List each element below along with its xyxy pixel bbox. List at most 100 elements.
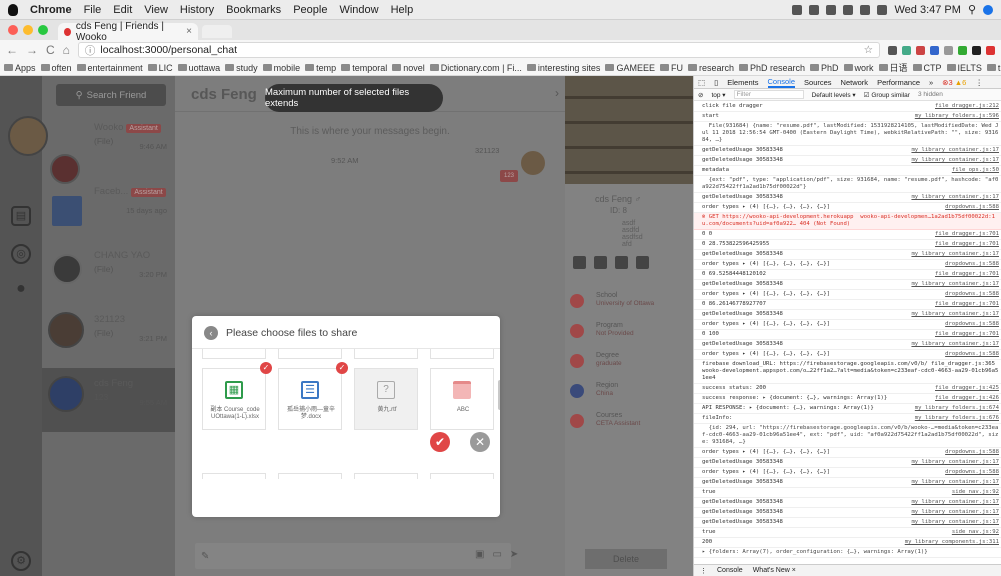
- error-count[interactable]: ⊗3 ▲6: [942, 78, 966, 87]
- tab-network[interactable]: Network: [841, 78, 869, 87]
- tab-sources[interactable]: Sources: [804, 78, 832, 87]
- log-source-link[interactable]: dropdowns.js:588: [943, 204, 999, 211]
- avatar[interactable]: [48, 312, 84, 348]
- instagram-icon[interactable]: [615, 256, 628, 269]
- log-source-link[interactable]: my_library_container.js:17: [909, 157, 999, 164]
- bookmark-item[interactable]: CTP: [912, 63, 942, 73]
- tab-console[interactable]: Console: [767, 77, 796, 88]
- spotlight-icon[interactable]: ⚲: [968, 3, 976, 16]
- settings-icon[interactable]: ⚙: [11, 551, 31, 571]
- menu-edit[interactable]: Edit: [113, 4, 132, 16]
- tab-performance[interactable]: Performance: [877, 78, 920, 87]
- new-tab-button[interactable]: [202, 25, 232, 38]
- home-icon[interactable]: ⌂: [63, 43, 70, 57]
- search-friend-input[interactable]: ⚲ Search Friend: [56, 84, 166, 106]
- log-source-link[interactable]: dropdowns.js:588: [943, 449, 999, 456]
- log-source-link[interactable]: file_dragger.js:701: [933, 271, 999, 278]
- info-icon[interactable]: ⓘ: [85, 43, 96, 58]
- log-source-link[interactable]: dropdowns.js:588: [943, 291, 999, 298]
- drawer-tab-whats-new[interactable]: What's New ×: [753, 567, 796, 574]
- forward-icon[interactable]: →: [26, 43, 38, 57]
- explore-icon[interactable]: ◎: [11, 244, 31, 264]
- log-source-link[interactable]: file_dragger.js:701: [933, 241, 999, 248]
- menu-window[interactable]: Window: [339, 4, 378, 16]
- menu-file[interactable]: File: [84, 4, 102, 16]
- log-levels-select[interactable]: Default levels ▾: [812, 91, 856, 99]
- bookmark-item[interactable]: travel: [986, 63, 1001, 73]
- log-source-link[interactable]: my_library_container.js:17: [909, 459, 999, 466]
- more-tabs-icon[interactable]: »: [929, 78, 933, 87]
- close-tab-icon[interactable]: ×: [186, 26, 192, 37]
- avatar[interactable]: [50, 154, 80, 184]
- log-source-link[interactable]: my_library_container.js:17: [909, 194, 999, 201]
- log-source-link[interactable]: side_nav.js:92: [949, 489, 999, 496]
- bookmark-item[interactable]: study: [225, 63, 258, 73]
- modal-scrollbar[interactable]: [498, 380, 500, 410]
- bookmark-item[interactable]: FU: [659, 63, 683, 73]
- group-similar-checkbox[interactable]: ☑ Group similar: [864, 91, 910, 99]
- kebab-menu-icon[interactable]: ⋮: [975, 78, 983, 87]
- browser-tab[interactable]: cds Feng | Friends | Wooko ×: [58, 21, 198, 43]
- back-icon[interactable]: ←: [6, 43, 18, 57]
- status-icon[interactable]: [809, 4, 820, 15]
- delete-friend-button[interactable]: Delete: [585, 549, 667, 569]
- chat-icon[interactable]: ▤: [11, 206, 31, 226]
- log-source-link[interactable]: my_library_container.js:17: [909, 251, 999, 258]
- log-source-link[interactable]: my_library_container.js:17: [909, 311, 999, 318]
- bookmark-item[interactable]: research: [687, 63, 734, 73]
- bookmark-item[interactable]: temp: [305, 63, 336, 73]
- close-window-button[interactable]: [8, 25, 18, 35]
- menu-help[interactable]: Help: [391, 4, 414, 16]
- image-icon[interactable]: ▣: [475, 549, 484, 560]
- tab-elements[interactable]: Elements: [727, 78, 758, 87]
- log-source-link[interactable]: dropdowns.js:588: [943, 351, 999, 358]
- log-source-link[interactable]: file_dragger.js:701: [933, 231, 999, 238]
- reload-icon[interactable]: C: [46, 43, 55, 57]
- chevron-right-icon[interactable]: ›: [555, 86, 559, 100]
- friends-icon[interactable]: ●: [11, 281, 31, 301]
- linkedin-icon[interactable]: [636, 256, 649, 269]
- avatar[interactable]: [52, 254, 82, 284]
- status-icon[interactable]: [843, 4, 854, 15]
- extension-icon[interactable]: [888, 45, 897, 55]
- drawer-menu-icon[interactable]: ⋮: [700, 567, 707, 575]
- menu-bookmarks[interactable]: Bookmarks: [226, 4, 281, 16]
- avatar[interactable]: [52, 196, 82, 226]
- log-source-link[interactable]: my_library_container.js:17: [909, 509, 999, 516]
- facebook-icon[interactable]: [573, 256, 586, 269]
- status-icon[interactable]: [792, 4, 803, 15]
- url-bar[interactable]: ⓘ localhost:3000/personal_chat ☆: [77, 42, 880, 58]
- bookmark-item[interactable]: entertainment: [76, 63, 143, 73]
- log-source-link[interactable]: my_library_container.js:17: [909, 519, 999, 526]
- status-icon[interactable]: [826, 4, 837, 15]
- bookmark-item[interactable]: mobile: [262, 63, 300, 73]
- log-source-link[interactable]: file_dragger.js:426: [933, 395, 999, 402]
- minimize-window-button[interactable]: [23, 25, 33, 35]
- log-source-link[interactable]: my_library_container.js:17: [909, 281, 999, 288]
- log-source-link[interactable]: my_library_container.js:17: [909, 147, 999, 154]
- context-select[interactable]: top ▾: [711, 91, 725, 99]
- extension-icon[interactable]: [972, 45, 981, 55]
- log-source-link[interactable]: my_library_container.js:17: [909, 341, 999, 348]
- message-input[interactable]: [195, 543, 511, 569]
- bookmark-item[interactable]: PhD: [810, 63, 839, 73]
- inspect-icon[interactable]: ⬚: [698, 78, 705, 87]
- log-source-link[interactable]: my_library_folders.js:674: [912, 405, 999, 412]
- log-source-link[interactable]: file_dragger.js:212: [933, 103, 999, 110]
- confirm-share-button[interactable]: ✔: [430, 432, 450, 452]
- log-source-link[interactable]: my_library_folders.js:676: [912, 415, 999, 422]
- zoom-window-button[interactable]: [38, 25, 48, 35]
- menu-app-name[interactable]: Chrome: [30, 4, 72, 16]
- drawer-tab-console[interactable]: Console: [717, 567, 743, 574]
- menu-view[interactable]: View: [144, 4, 168, 16]
- send-icon[interactable]: ➤: [510, 549, 518, 560]
- bookmark-item[interactable]: 日语: [878, 61, 908, 74]
- log-source-link[interactable]: my_library_container.js:17: [909, 499, 999, 506]
- bookmark-item[interactable]: Apps: [4, 63, 36, 73]
- log-source-link[interactable]: dropdowns.js:588: [943, 261, 999, 268]
- log-source-link[interactable]: file_ops.js:50: [949, 167, 999, 174]
- bookmark-item[interactable]: GAMEEE: [605, 63, 655, 73]
- menu-history[interactable]: History: [180, 4, 214, 16]
- extension-icon[interactable]: [916, 45, 925, 55]
- twitter-icon[interactable]: [594, 256, 607, 269]
